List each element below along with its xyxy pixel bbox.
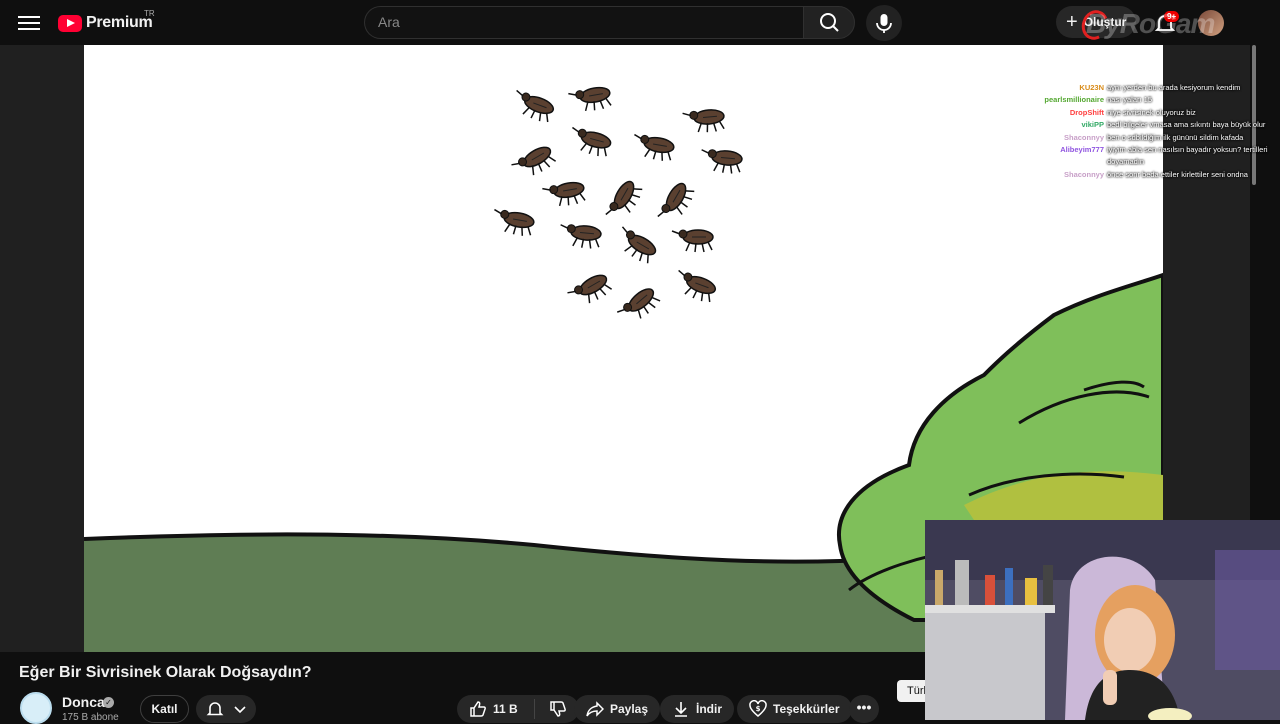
mosquito <box>671 229 714 253</box>
mosquito <box>572 126 612 157</box>
chat-username: KU23N <box>1079 83 1104 92</box>
like-dislike-group: 11 B <box>457 695 579 723</box>
share-label: Paylaş <box>610 702 649 716</box>
dislike-button[interactable] <box>541 700 579 718</box>
like-divider <box>533 699 535 719</box>
mosquito <box>511 146 557 176</box>
mosquito <box>542 181 586 207</box>
mosquito <box>634 133 675 161</box>
mosquito <box>567 274 613 304</box>
chevron-down-icon <box>234 706 246 714</box>
menu-icon[interactable] <box>18 12 40 32</box>
chat-message: DropShift niye sivrisinek oluyoruz biz <box>1030 107 1270 119</box>
mosquito <box>605 180 643 216</box>
chat-text: nası yaları 15 <box>1107 95 1153 105</box>
chat-text: aynı yerden bu arada kesiyorum kendim <box>1107 83 1241 92</box>
thanks-button[interactable]: $ Teşekkürler <box>737 695 852 723</box>
verified-icon: ✓ <box>103 697 114 708</box>
mosquito-swarm <box>494 86 743 319</box>
download-icon <box>675 702 687 717</box>
chat-username: Shaconnyy <box>1063 132 1104 142</box>
webcam-scene <box>925 520 1280 720</box>
search-button[interactable] <box>803 6 855 39</box>
chat-username: Alibeyim777 <box>1060 145 1104 155</box>
watermark: ByRoGam <box>1086 8 1215 39</box>
channel-name[interactable]: Donca <box>62 694 105 710</box>
like-icon <box>470 701 486 717</box>
join-button[interactable]: Katıl <box>140 695 189 723</box>
share-icon <box>586 701 604 717</box>
chat-message: vikiPP bedl bilgeler vmasa ama sıkıntı ba… <box>1030 119 1270 131</box>
plus-icon: + <box>1066 11 1078 33</box>
mosquito <box>560 224 602 249</box>
youtube-play-icon <box>58 14 82 32</box>
mic-icon <box>876 14 892 33</box>
search-icon <box>820 13 839 32</box>
share-button[interactable]: Paylaş <box>574 695 661 723</box>
chat-message: pearlsmillionaire nası yaları 15 <box>1030 94 1270 106</box>
logo-region: TR <box>144 9 155 18</box>
mosquito <box>568 86 612 112</box>
subscriber-count: 175 B abone <box>62 712 119 723</box>
youtube-logo[interactable]: Premium TR <box>58 9 155 34</box>
voice-search-button[interactable] <box>866 5 902 41</box>
download-label: İndir <box>696 702 722 716</box>
mosquito <box>682 109 725 133</box>
svg-text:$: $ <box>756 705 761 713</box>
subscribed-button[interactable] <box>196 695 256 723</box>
search-input[interactable]: Ara <box>364 6 804 39</box>
chat-text: bedl bilgeler vmasa ama sıkıntı baya büy… <box>1107 120 1266 130</box>
chat-message: Alibeyim777 iyiyim abla sen nasılsın baya… <box>1030 144 1270 169</box>
chat-text: iyiyim abla sen nasılsın bayadır yoksun?… <box>1107 145 1268 167</box>
more-actions-button[interactable]: ••• <box>849 695 879 723</box>
chat-message: KU23N aynı yerden bu arada kesiyorum kend… <box>1030 82 1270 94</box>
mosquito <box>516 89 555 123</box>
thanks-icon: $ <box>749 700 767 717</box>
logo-text: Premium <box>86 14 153 31</box>
top-bar: Premium TR Ara + Oluştur 9+ ByRoGam <box>0 0 1280 45</box>
mosquito <box>701 149 743 174</box>
language-tooltip: Türkçe <box>897 680 927 702</box>
download-button[interactable]: İndir <box>660 695 734 723</box>
chat-text: ben o sdbildiğim ilk gününü sildim kafad… <box>1107 132 1244 142</box>
chat-text: niye sivrisinek oluyoruz biz <box>1107 107 1196 117</box>
chat-message: Shaconnyy ben o sdbildiğim ilk gününü sil… <box>1030 132 1270 144</box>
chat-username: DropShift <box>1069 107 1104 117</box>
video-title: Eğer Bir Sivrisinek Olarak Doğsaydın? <box>19 664 312 681</box>
dislike-icon <box>549 701 566 717</box>
like-button[interactable]: 11 B <box>469 700 528 718</box>
channel-avatar[interactable] <box>20 692 52 724</box>
mosquito <box>657 182 695 218</box>
bell-icon <box>206 702 224 716</box>
mosquito <box>616 288 661 319</box>
like-count: 11 B <box>493 702 518 716</box>
mosquito <box>621 226 657 264</box>
chat-overlay: KU23N aynı yerden bu arada kesiyorum kend… <box>1030 82 1270 181</box>
mosquito <box>678 269 717 303</box>
chat-message: Shaconnyy önce sonr beda ettiler kirletti… <box>1030 169 1270 181</box>
chat-username: Shaconnyy <box>1063 169 1104 179</box>
webcam-overlay <box>925 520 1280 720</box>
thanks-label: Teşekkürler <box>773 702 840 716</box>
mosquito <box>494 208 535 236</box>
chat-text: önce sonr beda ettiler kirlettiler seni … <box>1107 169 1248 179</box>
chat-username: pearlsmillionaire <box>1044 95 1104 105</box>
chat-username: vikiPP <box>1081 120 1104 130</box>
